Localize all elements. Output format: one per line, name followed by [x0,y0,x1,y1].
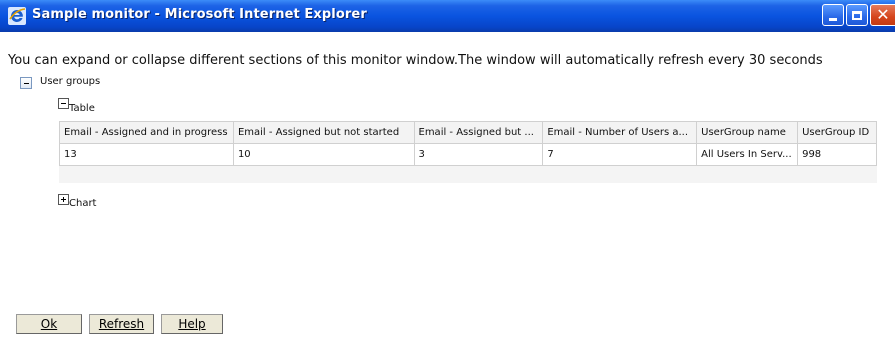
minimize-icon [829,17,837,21]
collapse-user-groups-toggle[interactable] [20,77,32,89]
table-cell: 10 [232,143,415,166]
expand-chart-toggle[interactable] [58,194,69,205]
window-title: Sample monitor - Microsoft Internet Expl… [32,7,367,22]
intro-text: You can expand or collapse different sec… [8,53,823,68]
table-row[interactable]: 13 10 3 7 All Users In Serv... 998 [59,143,877,166]
table-cell: All Users In Serv... [696,143,799,166]
help-button[interactable]: Help [161,314,223,334]
column-header[interactable]: Email - Number of Users a... [542,121,698,144]
maximize-button[interactable] [846,4,868,26]
minimize-button[interactable] [822,4,844,26]
column-header[interactable]: Email - Assigned and in progress [59,121,234,144]
browser-window: Sample monitor - Microsoft Internet Expl… [0,0,895,337]
close-icon: ✕ [876,5,890,24]
user-groups-section-label: User groups [40,76,101,87]
table-section-label: Table [69,103,95,114]
data-table: Email - Assigned and in progress Email -… [59,121,877,166]
table-cell: 998 [797,143,877,166]
title-bar[interactable]: Sample monitor - Microsoft Internet Expl… [0,0,895,32]
table-header-row: Email - Assigned and in progress Email -… [59,121,877,144]
maximize-icon [852,10,862,20]
ok-button[interactable]: Ok [16,314,82,334]
chart-section-label: Chart [69,198,97,209]
column-header[interactable]: UserGroup ID [797,121,877,144]
button-bar: Ok Refresh Help [16,314,230,334]
table-cell: 3 [413,143,544,166]
table-cell: 7 [542,143,698,166]
column-header[interactable]: Email - Assigned but ... [413,121,544,144]
close-button[interactable]: ✕ [870,4,895,26]
column-header[interactable]: UserGroup name [696,121,799,144]
refresh-button[interactable]: Refresh [89,314,154,334]
column-header[interactable]: Email - Assigned but not started [232,121,415,144]
collapse-table-toggle[interactable] [58,98,69,109]
data-table-container: Email - Assigned and in progress Email -… [59,121,877,183]
table-cell: 13 [59,143,234,166]
internet-explorer-icon [8,7,26,25]
